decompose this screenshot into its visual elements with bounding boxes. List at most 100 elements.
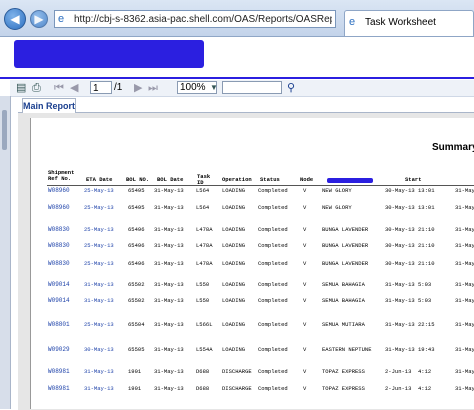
row-end: 31-May (455, 260, 474, 267)
row-bol-date: 31-May-13 (154, 297, 184, 304)
address-bar[interactable]: e http://cbj-s-8362.asia-pac.shell.com/O… (54, 10, 336, 28)
row-end: 31-May (455, 187, 474, 194)
row-bol: 65495 (128, 187, 145, 194)
row-bol: 65495 (128, 204, 145, 211)
row-bol: 65496 (128, 260, 145, 267)
row-bol-date: 31-May-13 (154, 260, 184, 267)
row-node: V (303, 297, 307, 304)
prev-page-icon[interactable]: ◀ (70, 81, 78, 95)
row-eta[interactable]: 25-May-13 (84, 261, 114, 267)
row-vessel: BUNGA LAVENDER (322, 226, 369, 233)
row-ref[interactable]: W09029 (48, 347, 70, 353)
row-ref[interactable]: W08801 (48, 322, 70, 328)
row-node: V (303, 368, 307, 375)
row-status: Completed (258, 260, 288, 267)
row-ref[interactable]: W09014 (48, 282, 70, 288)
row-ref[interactable]: W08830 (48, 261, 70, 267)
address-url[interactable]: http://cbj-s-8362.asia-pac.shell.com/OAS… (74, 13, 332, 26)
print-icon[interactable]: ⎙ (32, 81, 41, 95)
row-start-time: 13:01 (418, 204, 435, 211)
tab-main-report[interactable]: Main Report (22, 98, 76, 113)
row-ref[interactable]: W09014 (48, 298, 70, 304)
row-eta[interactable]: 31-May-13 (84, 282, 114, 288)
row-bol: 1901 (128, 368, 142, 375)
row-start-date: 30-May-13 (385, 204, 415, 211)
row-operation: LOADING (222, 226, 246, 233)
row-start-time: 21:10 (418, 226, 435, 233)
chevron-down-icon[interactable]: ▼ (210, 81, 218, 95)
row-start-time: 22:15 (418, 321, 435, 328)
row-eta[interactable]: 31-May-13 (84, 369, 114, 375)
report-title: Summary Re (432, 142, 474, 153)
row-operation: LOADING (222, 297, 246, 304)
row-node: V (303, 260, 307, 267)
col-node: Node (300, 176, 314, 183)
row-task: L564 (196, 187, 210, 194)
row-node: V (303, 187, 307, 194)
row-eta[interactable]: 25-May-13 (84, 322, 114, 328)
row-start-date: 31-May-13 (385, 321, 415, 328)
next-page-icon[interactable]: ▶ (134, 81, 142, 95)
row-operation: LOADING (222, 242, 246, 249)
page-number-input[interactable]: 1 (90, 81, 112, 94)
row-end: 31-May (455, 321, 474, 328)
ie-icon: e (58, 13, 65, 25)
export-icon[interactable]: ▤ (16, 81, 26, 95)
row-start-date: 30-May-13 (385, 187, 415, 194)
row-node: V (303, 346, 307, 353)
row-start-date: 31-May-13 (385, 297, 415, 304)
row-end: 31-May (455, 242, 474, 249)
row-ref[interactable]: W08830 (48, 227, 70, 233)
row-eta[interactable]: 31-May-13 (84, 298, 114, 304)
row-status: Completed (258, 297, 288, 304)
redacted-banner (14, 40, 204, 68)
row-start-date: 30-May-13 (385, 226, 415, 233)
row-task: L478A (196, 260, 213, 267)
row-end: 31-May (455, 226, 474, 233)
col-bol-no: BOL NO. (126, 176, 150, 183)
row-vessel: SEMUA MUTIARA (322, 321, 365, 328)
row-status: Completed (258, 281, 288, 288)
row-status: Completed (258, 346, 288, 353)
row-task: L566L (196, 321, 213, 328)
row-bol: 65505 (128, 346, 145, 353)
browser-chrome: ◀ ▶ e http://cbj-s-8362.asia-pac.shell.c… (0, 0, 474, 37)
row-operation: DISCHARGE (222, 385, 252, 392)
last-page-icon[interactable]: ⏭ (148, 81, 158, 95)
binoculars-icon[interactable]: ⚲ (287, 81, 295, 94)
row-eta[interactable]: 25-May-13 (84, 243, 114, 249)
row-vessel: NEW GLORY (322, 187, 352, 194)
row-eta[interactable]: 25-May-13 (84, 227, 114, 233)
tab-task-worksheet[interactable]: e Task Worksheet (344, 10, 474, 36)
find-input[interactable] (222, 81, 282, 94)
row-task: D688 (196, 368, 210, 375)
row-start-date: 30-May-13 (385, 260, 415, 267)
row-start-date: 2-Jun-13 (385, 385, 412, 392)
row-eta[interactable]: 30-May-13 (84, 347, 114, 353)
row-ref[interactable]: W08981 (48, 369, 70, 375)
scroll-thumb[interactable] (2, 110, 7, 150)
col-shipment-l2: Ref No. (48, 175, 72, 182)
row-bol: 65504 (128, 321, 145, 328)
row-end: 31-May (455, 204, 474, 211)
row-end: 31-May (455, 281, 474, 288)
row-status: Completed (258, 187, 288, 194)
row-ref[interactable]: W08960 (48, 205, 70, 211)
redacted-column (327, 178, 373, 183)
row-eta[interactable]: 31-May-13 (84, 386, 114, 392)
col-eta: ETA Date (86, 176, 113, 183)
back-button[interactable]: ◀ (4, 8, 26, 30)
row-start-date: 2-Jun-13 (385, 368, 412, 375)
row-vessel: EASTERN NEPTUNE (322, 346, 372, 353)
row-task: L478A (196, 242, 213, 249)
row-bol: 65496 (128, 242, 145, 249)
row-ref[interactable]: W08830 (48, 243, 70, 249)
row-eta[interactable]: 25-May-13 (84, 205, 114, 211)
row-node: V (303, 281, 307, 288)
row-ref[interactable]: W08981 (48, 386, 70, 392)
row-eta[interactable]: 25-May-13 (84, 188, 114, 194)
row-ref[interactable]: W08960 (48, 188, 70, 194)
row-task: D688 (196, 385, 210, 392)
forward-button[interactable]: ▶ (30, 10, 48, 28)
first-page-icon[interactable]: ⏮ (54, 81, 64, 95)
